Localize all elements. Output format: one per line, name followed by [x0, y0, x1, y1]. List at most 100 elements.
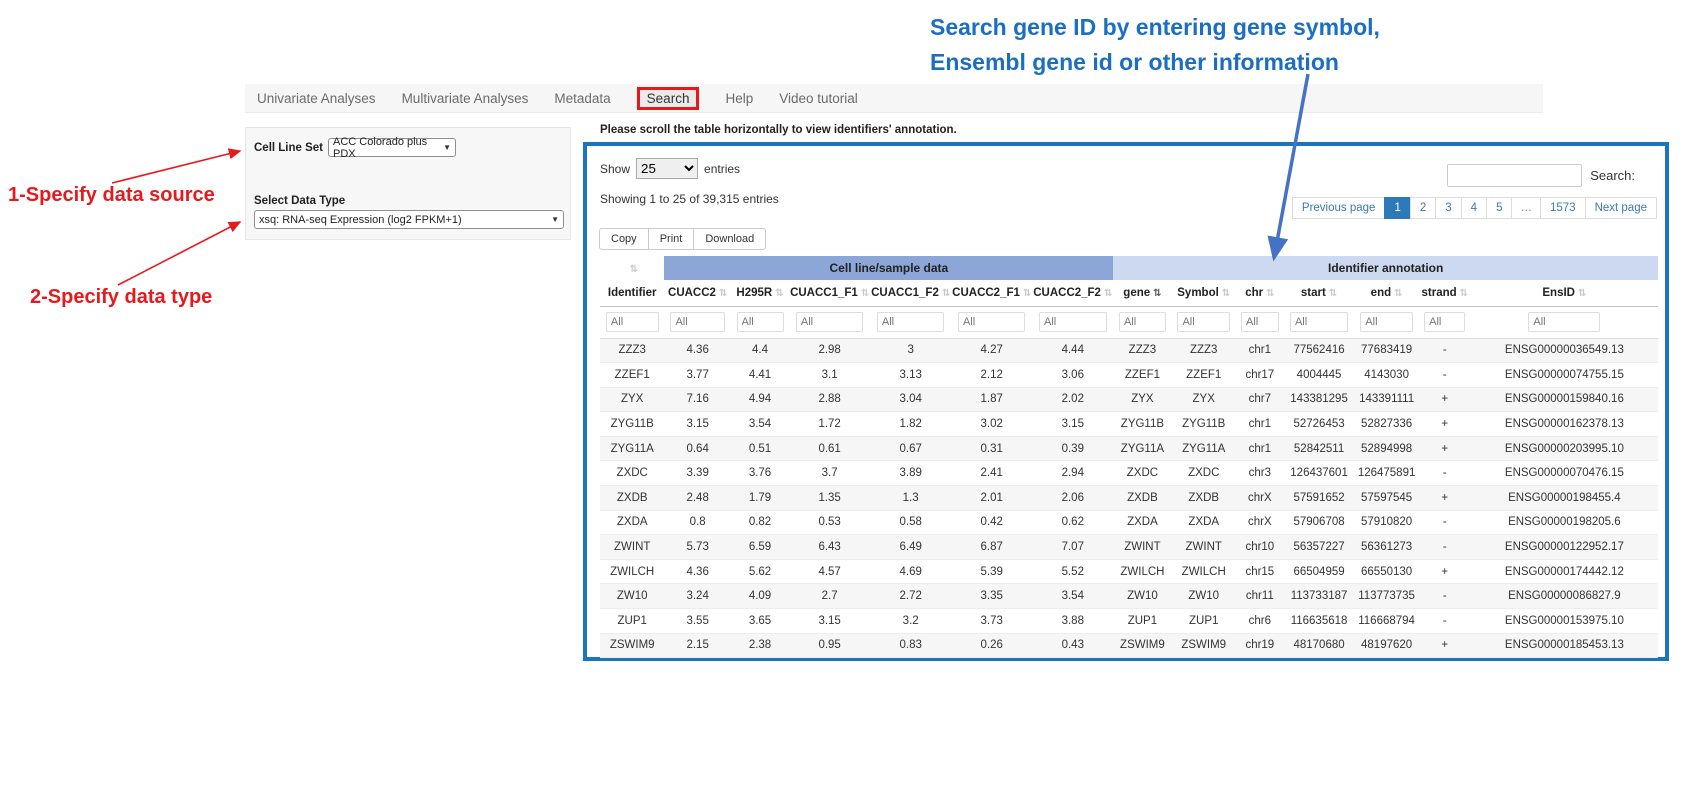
sort-icon[interactable]: ⇅: [1578, 288, 1586, 299]
copy-button[interactable]: Copy: [599, 228, 649, 250]
nav-univariate-analyses[interactable]: Univariate Analyses: [257, 91, 376, 106]
table-cell: ZXDC: [1172, 461, 1236, 486]
filter-input-cuacc1_f1[interactable]: [796, 312, 864, 332]
column-header-cuacc1_f1[interactable]: CUACC1_F1⇅: [789, 280, 870, 306]
filter-input-cuacc1_f2[interactable]: [877, 312, 945, 332]
column-header-symbol[interactable]: Symbol⇅: [1172, 280, 1236, 306]
cell-line-set-value: ACC Colorado plus PDX: [333, 136, 437, 160]
table-cell: 5.62: [731, 559, 789, 584]
download-button[interactable]: Download: [693, 228, 766, 250]
filter-input-start[interactable]: [1290, 312, 1348, 332]
page-button-1[interactable]: 1: [1384, 197, 1410, 219]
sort-icon[interactable]: ⇅: [1104, 288, 1112, 299]
nav-metadata[interactable]: Metadata: [554, 91, 610, 106]
column-label: start: [1301, 287, 1326, 299]
filter-input-ensid[interactable]: [1528, 312, 1600, 332]
sort-icon[interactable]: ⇅: [775, 288, 783, 299]
table-cell: 57910820: [1354, 510, 1418, 535]
pagination: Previous page12345…1573Next page: [1293, 197, 1657, 219]
table-cell: 0.95: [789, 633, 870, 658]
sort-icon[interactable]: ⇅: [1153, 288, 1161, 299]
filter-input-symbol[interactable]: [1177, 312, 1230, 332]
table-cell: ZXDB: [1113, 486, 1171, 511]
filter-input-end[interactable]: [1360, 312, 1413, 332]
column-header-cuacc1_f2[interactable]: CUACC1_F2⇅: [870, 280, 951, 306]
cell-line-set-select[interactable]: ACC Colorado plus PDX ▼: [328, 138, 456, 157]
table-cell: chr10: [1236, 535, 1284, 560]
page-button-1573[interactable]: 1573: [1540, 197, 1586, 219]
filter-input-strand[interactable]: [1424, 312, 1465, 332]
table-cell: ZYG11A: [600, 436, 664, 461]
identifier-group-sort[interactable]: ⇅: [600, 256, 664, 280]
table-cell: 7.07: [1032, 535, 1113, 560]
table-cell: 52726453: [1284, 412, 1355, 437]
table-cell: 3.15: [789, 609, 870, 634]
table-search-input[interactable]: [1447, 164, 1582, 187]
filter-input-gene[interactable]: [1119, 312, 1166, 332]
sort-icon[interactable]: ⇅: [719, 288, 727, 299]
column-header-identifier[interactable]: Identifier: [600, 280, 664, 306]
column-header-chr[interactable]: chr⇅: [1236, 280, 1284, 306]
table-cell: 77562416: [1284, 338, 1355, 363]
column-header-end[interactable]: end⇅: [1354, 280, 1418, 306]
page-button-3[interactable]: 3: [1435, 197, 1461, 219]
table-cell: 3.15: [664, 412, 731, 437]
filter-input-chr[interactable]: [1241, 312, 1279, 332]
page-button-2[interactable]: 2: [1410, 197, 1436, 219]
column-header-gene[interactable]: gene⇅: [1113, 280, 1171, 306]
sort-icon[interactable]: ⇅: [1023, 288, 1031, 299]
table-cell: chrX: [1236, 510, 1284, 535]
page-button-4[interactable]: 4: [1461, 197, 1487, 219]
column-header-strand[interactable]: strand⇅: [1419, 280, 1471, 306]
next-page-button[interactable]: Next page: [1585, 197, 1657, 219]
column-header-cuacc2_f1[interactable]: CUACC2_F1⇅: [951, 280, 1032, 306]
sort-icon[interactable]: ⇅: [1329, 288, 1337, 299]
table-cell: 3.13: [870, 363, 951, 388]
column-header-cuacc2_f2[interactable]: CUACC2_F2⇅: [1032, 280, 1113, 306]
table-row: ZYG11B3.153.541.721.823.023.15ZYG11BZYG1…: [600, 412, 1658, 437]
filter-input-cuacc2_f2[interactable]: [1039, 312, 1107, 332]
sort-icon[interactable]: ⇅: [1394, 288, 1402, 299]
previous-page-button[interactable]: Previous page: [1292, 197, 1386, 219]
sort-icon[interactable]: ⇅: [1460, 288, 1468, 299]
table-cell: 3.88: [1032, 609, 1113, 634]
table-cell: 3.76: [731, 461, 789, 486]
filter-input-cuacc2[interactable]: [670, 312, 724, 332]
table-cell: chr3: [1236, 461, 1284, 486]
export-buttons: Copy Print Download: [600, 228, 766, 250]
sort-icon[interactable]: ⇅: [1222, 288, 1230, 299]
filter-input-cuacc2_f1[interactable]: [958, 312, 1026, 332]
print-button[interactable]: Print: [648, 228, 695, 250]
search-label: Search:: [1590, 168, 1635, 183]
table-cell: 0.31: [951, 436, 1032, 461]
filter-input-identifier[interactable]: [606, 312, 659, 332]
table-cell: 6.43: [789, 535, 870, 560]
column-header-start[interactable]: start⇅: [1284, 280, 1355, 306]
page-button-5[interactable]: 5: [1486, 197, 1512, 219]
sort-icon[interactable]: ⇅: [1266, 288, 1274, 299]
table-cell: 3.39: [664, 461, 731, 486]
table-cell: 5.39: [951, 559, 1032, 584]
sort-icon[interactable]: ⇅: [942, 288, 950, 299]
column-header-ensid[interactable]: EnsID⇅: [1471, 280, 1658, 306]
column-label: chr: [1245, 287, 1263, 299]
table-cell: 6.87: [951, 535, 1032, 560]
scroll-hint-text: Please scroll the table horizontally to …: [600, 124, 957, 136]
sort-icon[interactable]: ⇅: [630, 264, 638, 275]
data-type-select[interactable]: xsq: RNA-seq Expression (log2 FPKM+1) ▼: [254, 210, 564, 229]
table-cell: +: [1419, 633, 1471, 658]
table-cell: 0.53: [789, 510, 870, 535]
table-cell: 4004445: [1284, 363, 1355, 388]
table-cell: ZXDB: [1172, 486, 1236, 511]
column-header-cuacc2[interactable]: CUACC2⇅: [664, 280, 731, 306]
nav-multivariate-analyses[interactable]: Multivariate Analyses: [402, 91, 529, 106]
nav-search[interactable]: Search: [637, 87, 700, 110]
nav-video-tutorial[interactable]: Video tutorial: [779, 91, 858, 106]
nav-help[interactable]: Help: [725, 91, 753, 106]
sort-icon[interactable]: ⇅: [861, 288, 869, 299]
page-length-select[interactable]: 25: [636, 158, 698, 179]
table-cell: ZSWIM9: [600, 633, 664, 658]
table-cell: ZYG11B: [1113, 412, 1171, 437]
column-header-h295r[interactable]: H295R⇅: [731, 280, 789, 306]
filter-input-h295r[interactable]: [737, 312, 784, 332]
